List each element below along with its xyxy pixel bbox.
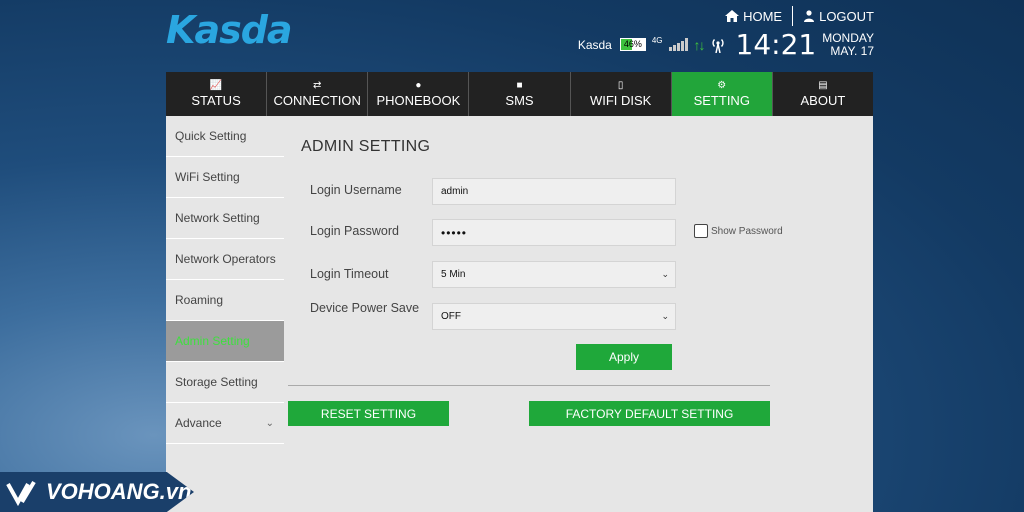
sidebar-item-advance[interactable]: Advance ⌄ [166,403,284,444]
sidebar-item-label: Network Setting [175,211,260,225]
divider [288,385,770,386]
factory-default-button[interactable]: FACTORY DEFAULT SETTING [529,401,770,426]
username-field[interactable]: admin [432,178,676,205]
tab-label: WIFI DISK [589,92,652,108]
chevron-down-icon: ⌄ [661,269,669,279]
username-label: Login Username [310,183,402,197]
tab-label: PHONEBOOK [376,92,461,108]
gears-icon: ⚙ [717,79,727,91]
day-label: MONDAY [822,30,874,45]
sidebar-item-network-operators[interactable]: Network Operators [166,239,284,280]
chart-icon: 📈 [209,79,223,91]
username-value: admin [441,186,469,197]
person-icon: ● [415,79,422,91]
network-type: 4G [651,36,663,45]
user-icon [804,10,815,22]
sidebar-item-label: Advance [175,416,222,430]
show-password-checkbox[interactable] [694,224,708,238]
home-icon [725,10,740,22]
battery-icon: 46% [619,38,646,51]
tab-phonebook[interactable]: ● PHONEBOOK [368,72,470,116]
power-save-value: OFF [441,311,461,322]
kasda-logo: Kasda [166,8,293,52]
apply-label: Apply [608,350,640,364]
tab-setting[interactable]: ⚙ SETTING [671,72,773,116]
antenna-icon [711,38,724,53]
phone-icon: ▯ [617,79,624,91]
settings-panel: Quick Setting WiFi Setting Network Setti… [166,116,873,512]
timeout-select[interactable]: 5 Min ⌄ [432,261,676,288]
password-label: Login Password [310,224,399,238]
watermark-text: VOHOANG.vn [46,479,192,504]
sidebar-item-label: Quick Setting [175,129,247,143]
password-field[interactable]: ••••• [432,219,676,246]
status-bar: Kasda 46% 4G ↑↓ 14:21 MONDAY MAY. 17 [578,28,874,61]
tab-about[interactable]: ▤ ABOUT [773,72,873,116]
battery-percent: 46% [623,39,642,49]
page-title: ADMIN SETTING [301,138,431,155]
chevron-down-icon: ⌄ [265,417,274,429]
swap-icon: ⇄ [313,79,322,91]
vohoang-watermark: VOHOANG.vn [0,472,194,512]
sidebar-item-quick-setting[interactable]: Quick Setting [166,116,284,157]
logout-label: LOGOUT [819,8,874,24]
sidebar-item-label: Roaming [175,293,224,307]
tab-sms[interactable]: ■ SMS [469,72,571,116]
sidebar-item-label: WiFi Setting [175,170,240,184]
tab-label: SMS [505,92,534,108]
show-password-label: Show Password [711,225,783,237]
main-nav: 📈 STATUS ⇄ CONNECTION ● PHONEBOOK ■ SMS … [166,72,873,116]
factory-label: FACTORY DEFAULT SETTING [565,406,734,421]
divider [792,6,794,26]
brand-label: Kasda [577,37,612,52]
password-value: ••••• [441,225,468,240]
date-label: MAY. 17 [830,43,874,58]
sidebar-item-label: Admin Setting [175,334,250,348]
tab-label: ABOUT [800,92,846,108]
sidebar-item-network-setting[interactable]: Network Setting [166,198,284,239]
home-link[interactable]: HOME [725,9,782,24]
message-icon: ■ [516,79,523,91]
power-save-label: Device Power Save [310,301,420,315]
power-save-select[interactable]: OFF ⌄ [432,303,676,330]
sidebar-item-admin-setting[interactable]: Admin Setting [166,321,284,362]
sidebar-item-label: Network Operators [175,252,276,266]
logout-link[interactable]: LOGOUT [803,9,874,24]
top-links: HOME LOGOUT [725,6,874,26]
signal-icon [668,38,688,51]
reset-setting-button[interactable]: RESET SETTING [288,401,449,426]
reset-label: RESET SETTING [320,406,417,421]
tab-wifi-disk[interactable]: ▯ WIFI DISK [571,72,672,116]
show-password-toggle[interactable]: Show Password [694,224,783,238]
sidebar-item-storage-setting[interactable]: Storage Setting [166,362,284,403]
vohoang-logo-icon [6,480,36,506]
tab-connection[interactable]: ⇄ CONNECTION [267,72,369,116]
chevron-down-icon: ⌄ [661,311,669,321]
admin-setting-form: ADMIN SETTING Login Username admin Login… [284,116,873,512]
date-display: MONDAY MAY. 17 [822,30,874,58]
apply-button[interactable]: Apply [576,344,672,370]
book-icon: ▤ [818,79,828,91]
tab-label: SETTING [693,92,750,108]
tab-label: STATUS [191,92,241,108]
sidebar: Quick Setting WiFi Setting Network Setti… [166,116,284,444]
transfer-icon: ↑↓ [693,36,706,53]
sidebar-item-label: Storage Setting [175,375,258,389]
tab-status[interactable]: 📈 STATUS [166,72,268,116]
timeout-label: Login Timeout [310,267,389,281]
sidebar-item-wifi-setting[interactable]: WiFi Setting [166,157,284,198]
sidebar-item-roaming[interactable]: Roaming [166,280,284,321]
tab-label: CONNECTION [273,92,361,108]
timeout-value: 5 Min [441,269,466,280]
home-label: HOME [743,8,783,24]
clock: 14:21 [735,28,817,61]
